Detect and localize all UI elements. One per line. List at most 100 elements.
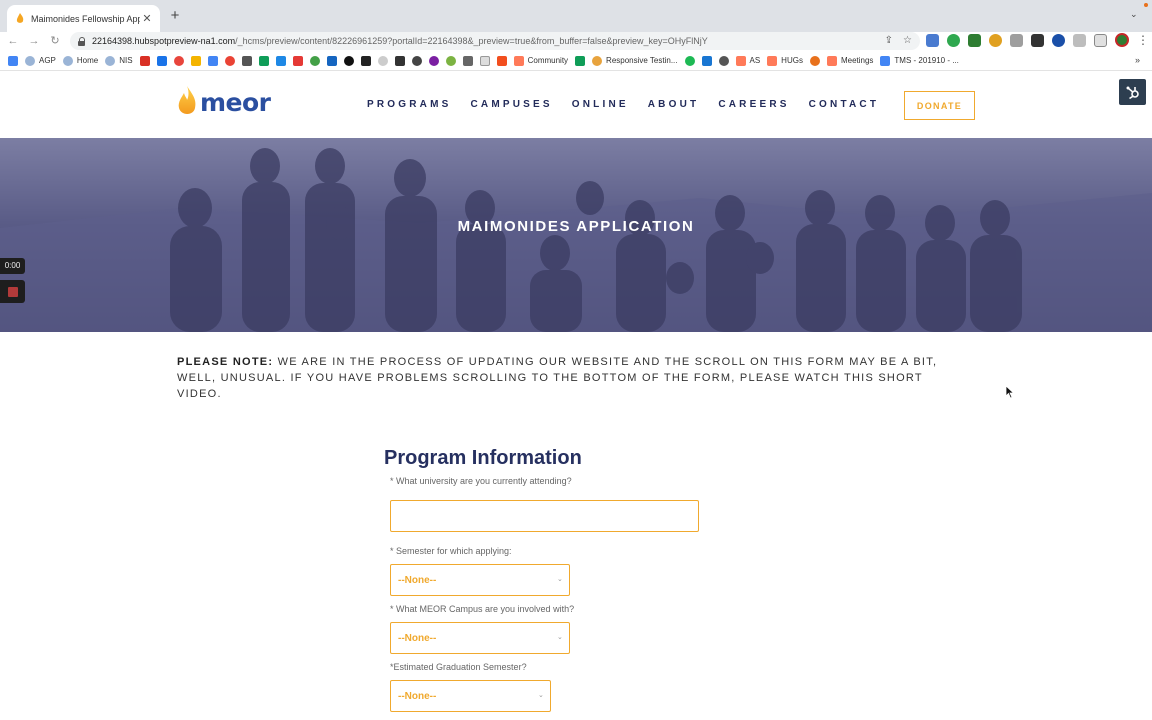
semester-label: * Semester for which applying: xyxy=(390,546,512,556)
mouse-cursor-icon xyxy=(1005,385,1015,399)
gmail-icon xyxy=(139,55,150,66)
campus-select[interactable]: --None-- ⌄ xyxy=(390,622,570,654)
google-icon xyxy=(224,55,235,66)
extension-sun-icon[interactable] xyxy=(989,33,1002,47)
profile-avatar-icon[interactable] xyxy=(1115,33,1129,47)
nav-programs[interactable]: PROGRAMS xyxy=(367,99,452,110)
bookmark-app[interactable] xyxy=(411,55,422,66)
nav-about[interactable]: ABOUT xyxy=(648,99,700,110)
bookmark-app[interactable] xyxy=(173,55,184,66)
tab-search-icon[interactable]: ⌄ xyxy=(1130,9,1142,21)
bookmark-app[interactable] xyxy=(684,55,695,66)
bookmark-agp[interactable]: AGP xyxy=(25,55,56,66)
new-tab-icon[interactable]: + xyxy=(167,8,183,24)
app-icon xyxy=(394,55,405,66)
site-header: meor PROGRAMS CAMPUSES ONLINE ABOUT CARE… xyxy=(0,72,1152,138)
bookmark-app[interactable] xyxy=(445,55,456,66)
graduation-select[interactable]: --None-- ⌄ xyxy=(390,680,551,712)
extension-gray-icon[interactable] xyxy=(1010,33,1023,47)
main-nav: PROGRAMS CAMPUSES ONLINE ABOUT CAREERS C… xyxy=(367,99,898,110)
recording-timer: 0:00 xyxy=(0,258,25,274)
bookmark-responsive[interactable]: Responsive Testin... xyxy=(592,55,678,66)
bookmark-app[interactable] xyxy=(809,55,820,66)
bookmark-tms[interactable]: TMS - 201910 - ... xyxy=(880,55,959,66)
extensions-puzzle-icon[interactable] xyxy=(1073,33,1086,47)
bookmark-app[interactable] xyxy=(479,55,490,66)
bookmark-wordpress[interactable] xyxy=(718,55,729,66)
bookmark-app[interactable] xyxy=(190,55,201,66)
graduation-label: *Estimated Graduation Semester? xyxy=(390,662,527,672)
bookmark-app[interactable] xyxy=(394,55,405,66)
share-icon[interactable]: ⇪ xyxy=(885,35,893,46)
side-panel-icon[interactable] xyxy=(1094,33,1107,47)
forward-icon[interactable]: → xyxy=(27,34,41,48)
bookmark-app[interactable] xyxy=(292,55,303,66)
bookmark-meetings[interactable]: Meetings xyxy=(826,55,873,66)
bookmark-app[interactable] xyxy=(377,55,388,66)
bookmark-drive[interactable] xyxy=(258,55,269,66)
more-bookmarks-icon[interactable]: » xyxy=(1135,55,1140,65)
nav-contact[interactable]: CONTACT xyxy=(809,99,880,110)
extension-onepassword-icon[interactable] xyxy=(1052,33,1065,47)
nav-careers[interactable]: CAREERS xyxy=(718,99,789,110)
bookmark-home[interactable]: Home xyxy=(62,55,98,66)
sprocket-glyph-icon xyxy=(1126,86,1139,100)
bookmark-favicon-icon xyxy=(25,55,35,66)
browser-menu-icon[interactable]: ⋮ xyxy=(1137,33,1149,47)
bookmark-calendar[interactable] xyxy=(156,55,167,66)
app-icon xyxy=(411,55,422,66)
bookmark-community[interactable]: Community xyxy=(513,55,569,66)
bookmark-hugs[interactable]: HUGs xyxy=(767,55,803,66)
address-bar[interactable]: 22164398.hubspotpreview-na1.com/_hcms/pr… xyxy=(70,32,920,50)
bookmark-app[interactable] xyxy=(701,55,712,66)
bookmark-phone[interactable] xyxy=(309,55,320,66)
reload-icon[interactable]: ↻ xyxy=(48,34,62,48)
university-input[interactable] xyxy=(390,500,699,532)
nav-campuses[interactable]: CAMPUSES xyxy=(471,99,553,110)
app-icon xyxy=(701,55,712,66)
browser-tab[interactable]: Maimonides Fellowship Applic ✕ xyxy=(7,5,160,32)
chevron-down-icon: ⌄ xyxy=(557,576,563,583)
bookmark-favicon-icon xyxy=(62,55,73,66)
bookmark-label: Community xyxy=(527,56,569,65)
bookmark-star-icon[interactable]: ☆ xyxy=(903,35,912,46)
hubspot-sprocket-icon[interactable] xyxy=(1119,79,1146,105)
group-photo-image xyxy=(0,148,1152,332)
extension-green-icon[interactable] xyxy=(968,33,981,47)
extension-evernote-icon[interactable] xyxy=(947,33,960,47)
meor-logo[interactable]: meor xyxy=(176,86,271,118)
graduation-value: --None-- xyxy=(398,690,437,702)
stop-recording-button[interactable] xyxy=(0,280,25,303)
docs-icon xyxy=(8,55,18,66)
bookmarks-bar: AGP Home NIS Community Responsive Testin… xyxy=(0,51,1152,71)
bookmark-app[interactable] xyxy=(275,55,286,66)
bookmark-app[interactable] xyxy=(462,55,473,66)
close-tab-icon[interactable]: ✕ xyxy=(140,12,154,25)
bookmark-app[interactable] xyxy=(241,55,252,66)
wordpress-icon xyxy=(718,55,729,66)
bookmark-app[interactable] xyxy=(428,55,439,66)
bookmark-as[interactable]: AS xyxy=(735,55,761,66)
bookmark-app[interactable] xyxy=(326,55,337,66)
logo-text: meor xyxy=(200,88,271,117)
bookmark-google[interactable] xyxy=(224,55,235,66)
bookmark-docs[interactable] xyxy=(8,55,18,66)
donate-button[interactable]: DONATE xyxy=(904,91,975,120)
drive-icon xyxy=(258,55,269,66)
bookmark-app[interactable] xyxy=(343,55,354,66)
bookmark-label: AS xyxy=(749,56,761,65)
bookmark-label: Responsive Testin... xyxy=(606,56,678,65)
bookmark-app[interactable] xyxy=(360,55,371,66)
hubspot-icon xyxy=(513,55,524,66)
bookmark-ads[interactable] xyxy=(207,55,218,66)
nav-online[interactable]: ONLINE xyxy=(572,99,629,110)
back-icon[interactable]: ← xyxy=(6,34,20,48)
semester-select[interactable]: --None-- ⌄ xyxy=(390,564,570,596)
extension-pen-icon[interactable] xyxy=(1031,33,1044,47)
bookmark-gmail[interactable] xyxy=(139,55,150,66)
bookmark-nis[interactable]: NIS xyxy=(105,55,133,66)
extension-docs-icon[interactable] xyxy=(926,33,939,47)
bookmark-drive[interactable] xyxy=(575,55,586,66)
app-icon xyxy=(326,55,337,66)
bookmark-figma[interactable] xyxy=(496,55,507,66)
